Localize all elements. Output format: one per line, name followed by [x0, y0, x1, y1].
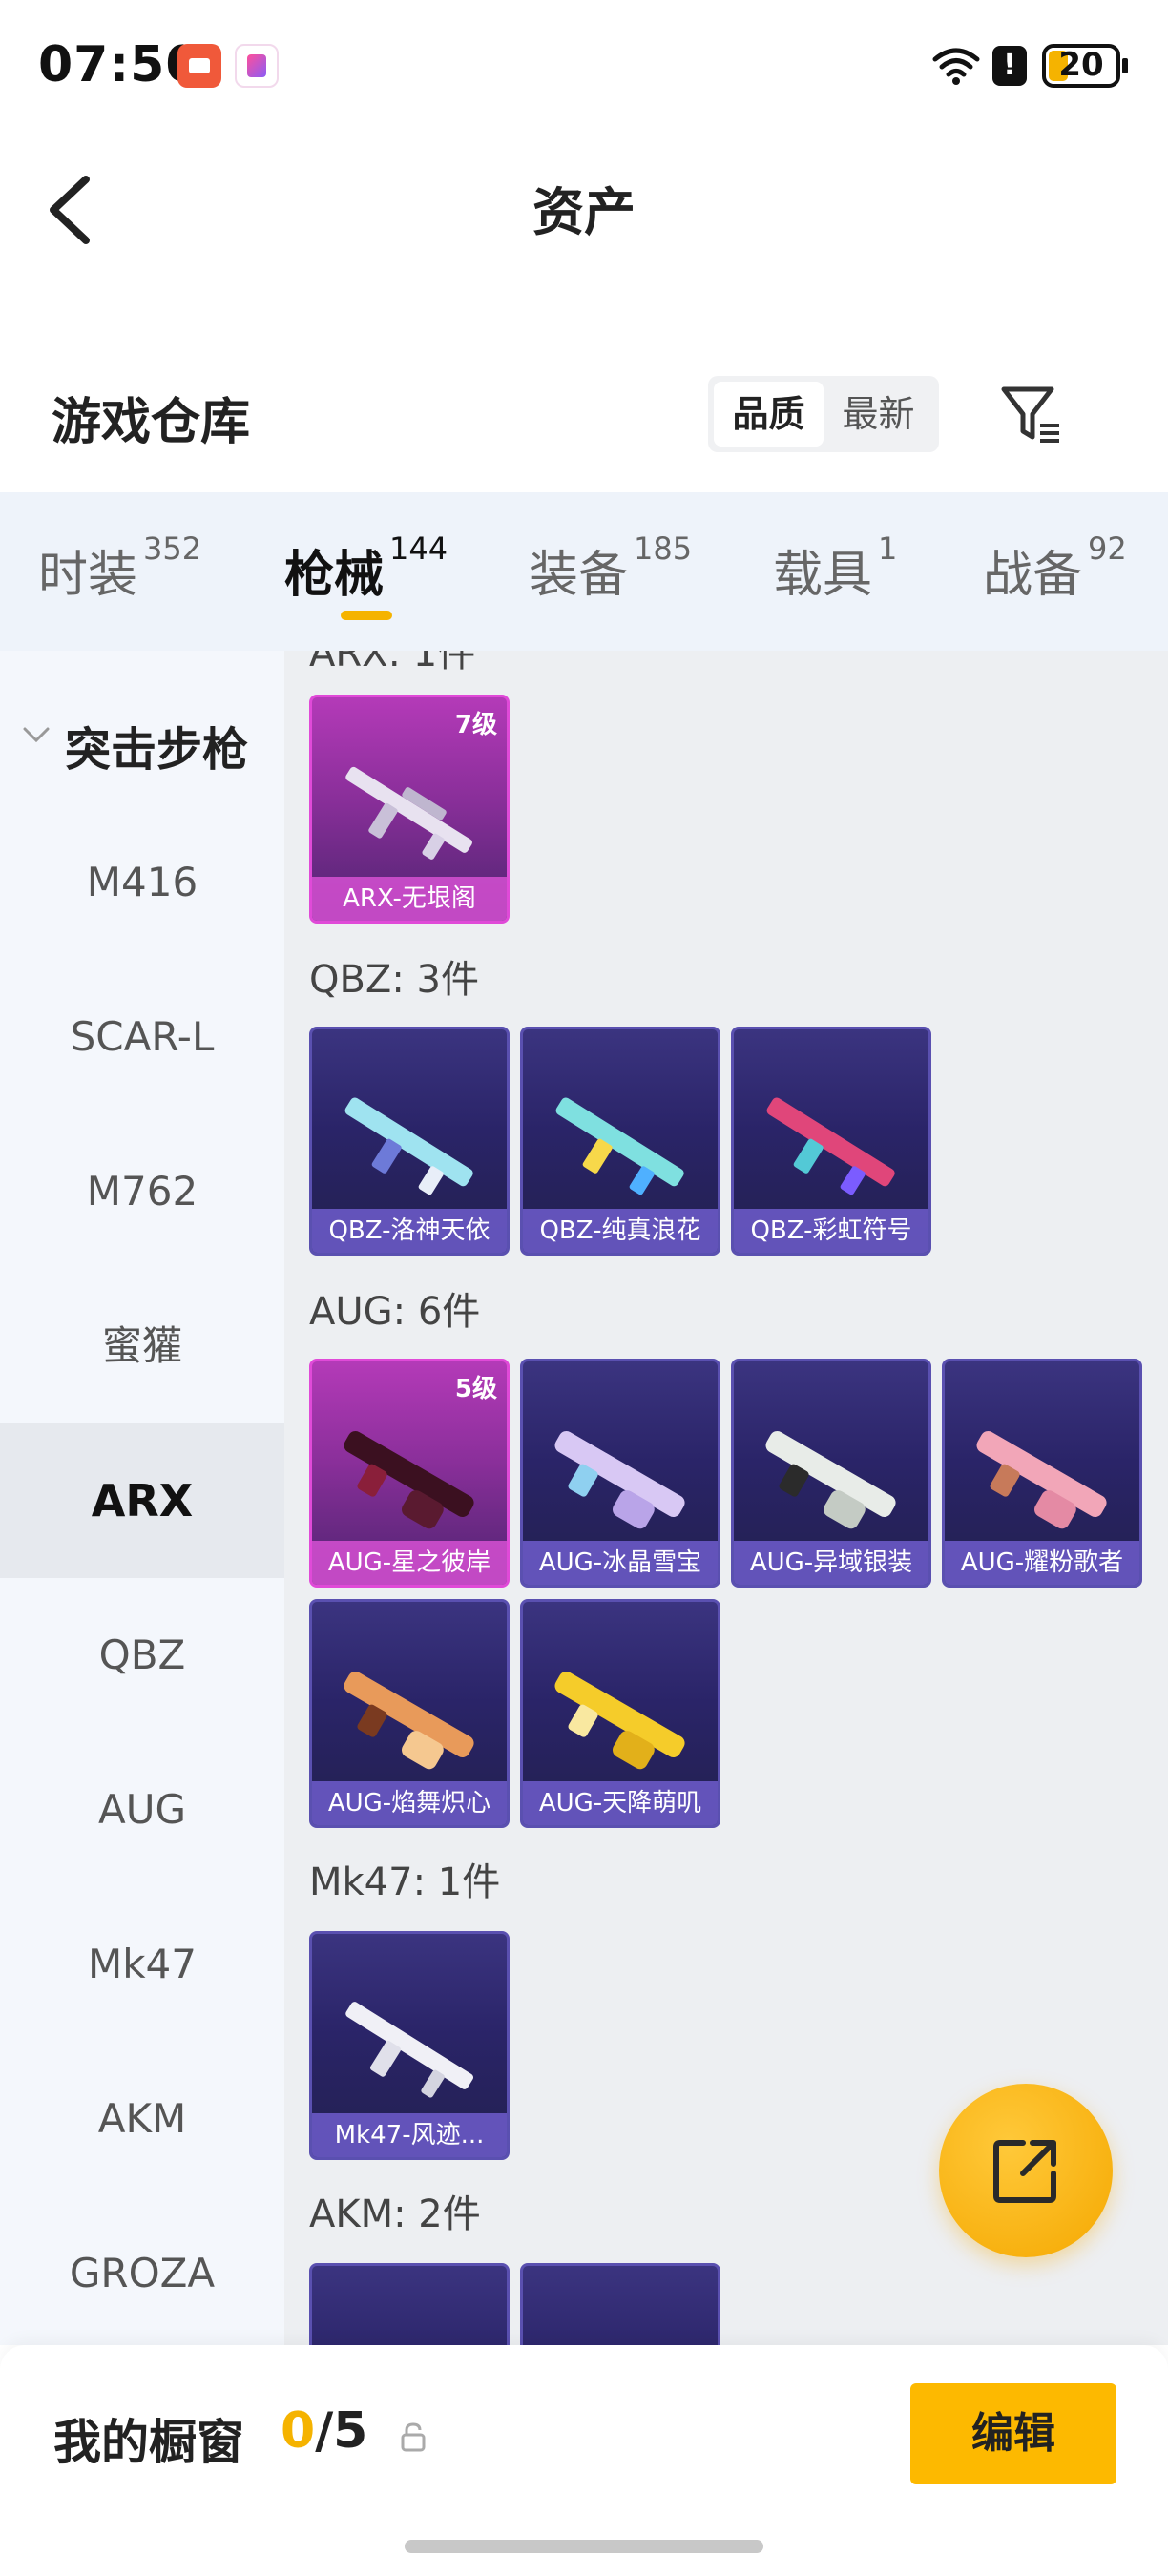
- app-notification-icon: [177, 44, 221, 88]
- active-tab-indicator: [341, 611, 392, 620]
- warehouse-title: 游戏仓库: [52, 394, 251, 451]
- skin-name: QBZ-洛神天依: [312, 1209, 507, 1253]
- skin-name: Mk47-风迹...: [312, 2113, 507, 2157]
- skin-name: QBZ-彩虹符号: [734, 1209, 928, 1253]
- rifle-icon: [976, 1431, 1107, 1529]
- rifle-icon: [555, 1097, 684, 1195]
- skin-name: QBZ-纯真浪花: [523, 1209, 718, 1253]
- tab-count: 352: [143, 530, 202, 567]
- sidebar-item-m416[interactable]: M416: [0, 805, 284, 960]
- tab-label: 装备: [529, 547, 629, 604]
- rifle-icon: [344, 1431, 474, 1529]
- tab-supplies[interactable]: 战备 92: [983, 530, 1127, 606]
- skin-card[interactable]: 7级 ARX-无垠阁: [309, 695, 510, 924]
- rifle-icon: [345, 766, 472, 860]
- sort-toggle: 品质 最新: [708, 376, 939, 452]
- sort-quality-button[interactable]: 品质: [714, 382, 824, 447]
- rifle-icon: [344, 1672, 474, 1770]
- skin-card[interactable]: QBZ-洛神天依: [309, 1027, 510, 1256]
- rifle-icon: [554, 1431, 685, 1529]
- skin-name: AUG-焰舞炽心: [312, 1781, 507, 1825]
- app-notification-icon-2: [235, 44, 279, 88]
- section-title-akm: AKM: 2件: [309, 2192, 481, 2236]
- rifle-icon: [344, 1097, 473, 1195]
- rifle-icon: [765, 1431, 896, 1529]
- home-indicator[interactable]: [405, 2540, 763, 2553]
- tab-label: 载具: [773, 547, 873, 604]
- showcase-label: 我的橱窗: [53, 2415, 244, 2470]
- alert-icon: !: [992, 46, 1027, 86]
- weapon-type-sidebar: 突击步枪 M416 SCAR-L M762 蜜獾 ARX QBZ AUG Mk4…: [0, 651, 284, 2345]
- sidebar-item-honey-badger[interactable]: 蜜獾: [0, 1269, 284, 1423]
- skin-card[interactable]: [520, 2263, 720, 2345]
- share-icon: [993, 2140, 1056, 2203]
- sidebar-group-assault-rifles[interactable]: 突击步枪: [0, 698, 284, 780]
- skin-card[interactable]: QBZ-纯真浪花: [520, 1027, 720, 1256]
- status-bar: 07:50 ! 20: [0, 0, 1168, 134]
- battery-level: 20: [1058, 46, 1104, 84]
- edit-button[interactable]: 编辑: [910, 2383, 1116, 2484]
- section-title-mk47: Mk47: 1件: [309, 1860, 501, 1904]
- sidebar-item-scar-l[interactable]: SCAR-L: [0, 960, 284, 1114]
- section-title-qbz: QBZ: 3件: [309, 958, 479, 1002]
- tab-skins[interactable]: 时装 352: [38, 530, 201, 606]
- skin-card[interactable]: QBZ-彩虹符号: [731, 1027, 931, 1256]
- status-time: 07:50: [38, 36, 201, 93]
- share-fab[interactable]: [939, 2084, 1113, 2257]
- skin-name: ARX-无垠阁: [312, 877, 507, 921]
- skin-name: AUG-耀粉歌者: [945, 1541, 1139, 1585]
- chevron-down-icon: [23, 727, 50, 743]
- tab-count: 144: [389, 530, 448, 567]
- showcase-count: 0/5: [281, 2402, 367, 2460]
- tab-weapons[interactable]: 枪械 144: [284, 530, 448, 606]
- showcase-total: /5: [315, 2402, 368, 2460]
- sidebar-item-m762[interactable]: M762: [0, 1114, 284, 1269]
- tab-equipment[interactable]: 装备 185: [529, 530, 692, 606]
- filter-icon[interactable]: [998, 382, 1065, 447]
- rifle-icon: [766, 1097, 895, 1195]
- skin-card[interactable]: Mk47-风迹...: [309, 1931, 510, 2160]
- tab-label: 枪械: [284, 547, 385, 604]
- skin-name: AUG-异域银装: [734, 1541, 928, 1585]
- skin-name: AUG-星之彼岸: [312, 1541, 507, 1585]
- sidebar-item-qbz[interactable]: QBZ: [0, 1578, 284, 1733]
- sidebar-group-label: 突击步枪: [65, 723, 249, 777]
- sidebar-item-mk47[interactable]: Mk47: [0, 1887, 284, 2042]
- section-title-arx: ARX: 1件: [309, 651, 476, 675]
- skin-name: AUG-冰晶雪宝: [523, 1541, 718, 1585]
- tab-count: 92: [1088, 530, 1127, 567]
- skin-card[interactable]: AUG-焰舞炽心: [309, 1599, 510, 1828]
- sidebar-item-groza[interactable]: GROZA: [0, 2196, 284, 2345]
- sidebar-item-akm[interactable]: AKM: [0, 2042, 284, 2196]
- skin-name: AUG-天降萌叽: [523, 1781, 718, 1825]
- skin-level: 7级: [454, 711, 497, 739]
- page-title: 资产: [532, 182, 636, 242]
- sort-latest-button[interactable]: 最新: [824, 382, 933, 447]
- category-tabs: 时装 352 枪械 144 装备 185 载具 1 战备 92: [0, 492, 1168, 651]
- skin-card[interactable]: 5级 AUG-星之彼岸: [309, 1359, 510, 1588]
- wifi-icon: [932, 48, 980, 85]
- skin-card[interactable]: AUG-耀粉歌者: [942, 1359, 1142, 1588]
- rifle-icon: [554, 1672, 685, 1770]
- tab-vehicles[interactable]: 载具 1: [773, 530, 897, 606]
- lock-icon: [401, 2422, 426, 2452]
- showcase-current: 0: [281, 2402, 316, 2460]
- tab-count: 1: [878, 530, 898, 567]
- skin-level: 5级: [454, 1375, 497, 1403]
- skin-card[interactable]: [309, 2263, 510, 2345]
- section-title-aug: AUG: 6件: [309, 1290, 481, 1334]
- tab-label: 时装: [38, 547, 138, 604]
- skin-card[interactable]: AUG-冰晶雪宝: [520, 1359, 720, 1588]
- battery-icon: 20: [1042, 44, 1128, 88]
- skin-card[interactable]: AUG-异域银装: [731, 1359, 931, 1588]
- skin-card[interactable]: AUG-天降萌叽: [520, 1599, 720, 1828]
- top-header: 资产: [0, 134, 1168, 277]
- rifle-icon: [345, 2002, 473, 2098]
- tab-count: 185: [634, 530, 693, 567]
- sidebar-item-aug[interactable]: AUG: [0, 1733, 284, 1887]
- tab-label: 战备: [983, 547, 1083, 604]
- sidebar-item-arx[interactable]: ARX: [0, 1423, 284, 1578]
